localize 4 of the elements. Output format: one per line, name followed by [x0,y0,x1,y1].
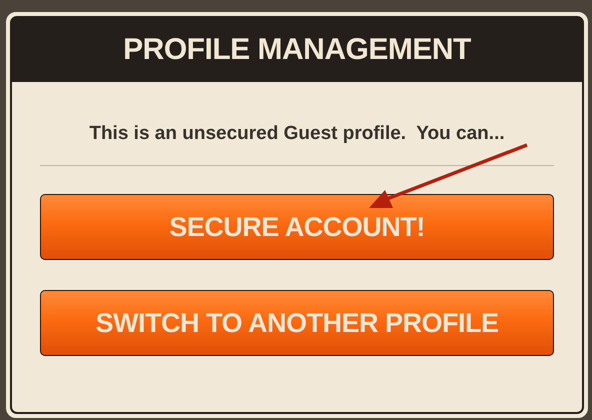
dialog-button[interactable]: SECURE ACCOUNT! [40,194,554,260]
dialog-title: PROFILE MANAGEMENT [123,33,471,67]
message-text: This is an unsecured Guest profile. You can... [88,123,506,145]
dialog-button[interactable]: SWITCH TO ANOTHER PROFILE [40,290,554,356]
